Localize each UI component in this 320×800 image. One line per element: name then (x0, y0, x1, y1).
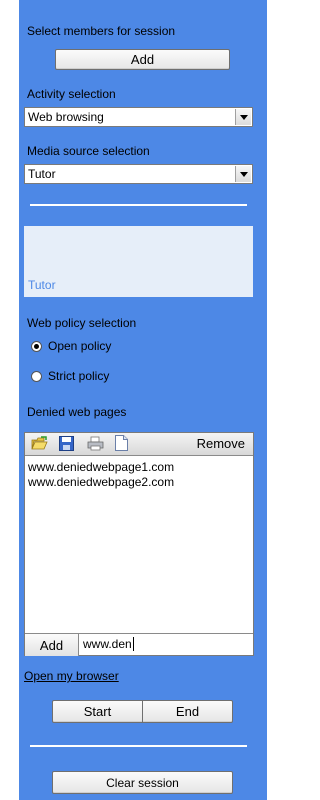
denied-title: Denied web pages (27, 405, 127, 419)
session-panel: Select members for session Add Activity … (19, 0, 267, 800)
media-value: Tutor (28, 167, 56, 181)
open-policy-radio[interactable] (31, 341, 42, 352)
url-input[interactable]: www.den (83, 637, 134, 651)
text-cursor (132, 637, 134, 651)
open-folder-icon[interactable] (31, 436, 48, 454)
members-title: Select members for session (27, 24, 176, 38)
clear-session-button[interactable]: Clear session (52, 771, 233, 794)
divider (30, 745, 247, 747)
activity-title: Activity selection (27, 87, 116, 101)
end-button[interactable]: End (142, 700, 233, 723)
denied-toolbar: Remove (25, 433, 253, 456)
media-source-select[interactable]: Tutor (24, 164, 253, 184)
open-policy-label: Open policy (48, 339, 112, 353)
open-browser-link[interactable]: Open my browser (24, 669, 119, 683)
add-page-button[interactable]: Add (25, 634, 79, 656)
url-input-value: www.den (83, 637, 132, 651)
dropdown-arrow-icon[interactable] (235, 166, 251, 182)
list-item[interactable]: www.deniedwebpage2.com (28, 475, 174, 490)
new-document-icon[interactable] (115, 435, 128, 454)
strict-policy-radio[interactable] (31, 371, 42, 382)
list-item[interactable]: www.deniedwebpage1.com (28, 460, 174, 475)
add-members-button[interactable]: Add (55, 49, 230, 70)
media-preview: Tutor (24, 226, 253, 297)
preview-label: Tutor (28, 278, 56, 292)
strict-policy-label: Strict policy (48, 369, 110, 383)
media-title: Media source selection (27, 144, 150, 158)
add-row: Add www.den (25, 633, 253, 656)
start-button[interactable]: Start (52, 700, 143, 723)
activity-select[interactable]: Web browsing (24, 107, 253, 127)
remove-button[interactable]: Remove (197, 436, 245, 451)
denied-list: www.deniedwebpage1.com www.deniedwebpage… (28, 460, 174, 490)
denied-pages-box: Remove www.deniedwebpage1.com www.denied… (24, 432, 254, 656)
divider (30, 204, 247, 206)
dropdown-arrow-icon[interactable] (235, 109, 251, 125)
policy-title: Web policy selection (27, 316, 137, 330)
save-icon[interactable] (59, 436, 74, 454)
activity-value: Web browsing (28, 110, 104, 124)
print-icon[interactable] (87, 436, 104, 454)
